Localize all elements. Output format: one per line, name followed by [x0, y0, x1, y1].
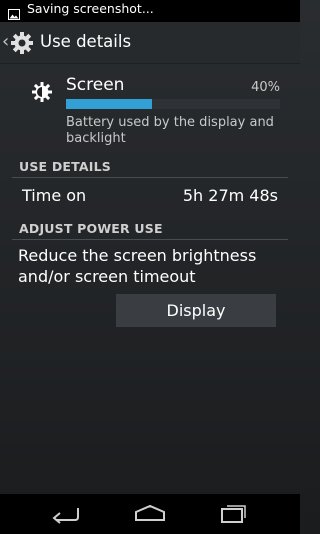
use-details-header: USE DETAILS — [19, 159, 112, 174]
power-suggestion-text: Reduce the screen brightness and/or scre… — [18, 246, 257, 286]
usage-progress-fill — [66, 99, 152, 109]
chevron-left-icon[interactable]: ‹ — [2, 31, 9, 52]
screen-brightness-icon — [32, 82, 52, 106]
usage-description: Battery used by the display and backligh… — [66, 115, 274, 146]
time-on-label: Time on — [22, 186, 87, 205]
display-settings-button[interactable]: Display — [116, 294, 276, 327]
back-icon[interactable] — [50, 504, 82, 524]
usage-progress-bar — [66, 99, 280, 109]
adjust-power-header: ADJUST POWER USE — [19, 221, 163, 236]
settings-gear-icon[interactable] — [10, 31, 34, 59]
home-icon[interactable] — [134, 504, 166, 522]
navigation-bar — [0, 494, 300, 534]
time-on-value: 5h 27m 48s — [182, 186, 278, 205]
status-bar: Saving screenshot... — [0, 0, 300, 22]
status-notification-text: Saving screenshot... — [27, 1, 154, 16]
action-bar: ‹ Use details — [0, 22, 300, 64]
usage-percent: 40% — [251, 80, 280, 95]
section-divider — [12, 239, 288, 240]
recents-icon[interactable] — [220, 502, 248, 524]
section-divider — [12, 177, 288, 178]
usage-item-title: Screen — [66, 75, 125, 95]
page-title: Use details — [40, 32, 132, 51]
